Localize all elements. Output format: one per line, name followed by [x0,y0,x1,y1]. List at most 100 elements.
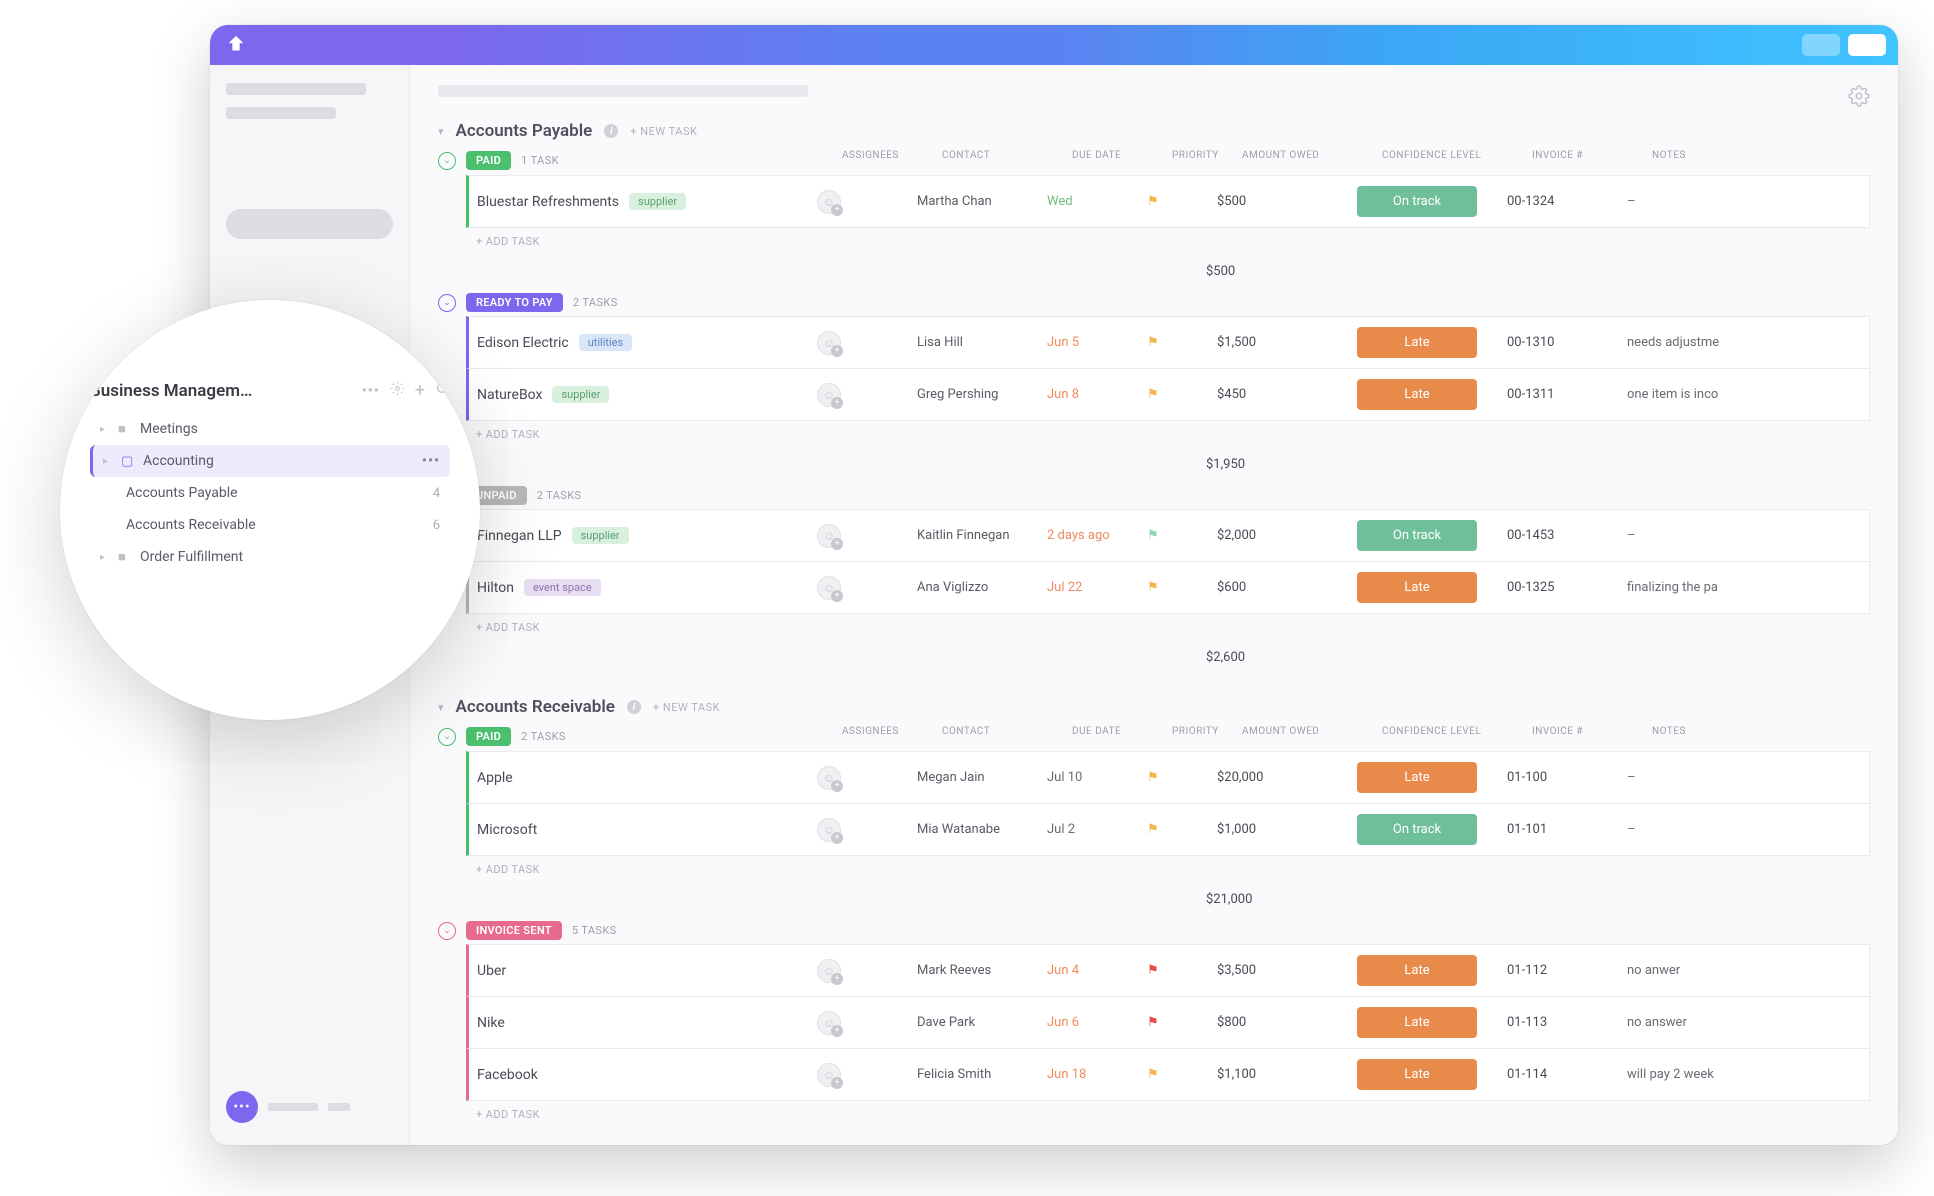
priority-flag-icon[interactable]: ⚑ [1147,963,1217,978]
priority-flag-icon[interactable]: ⚑ [1147,335,1217,350]
collapse-circle-icon[interactable]: ⌄ [438,152,456,170]
assignee-avatar[interactable]: ☺ [817,190,841,214]
titlebar-button-a[interactable] [1802,34,1840,56]
add-task-button[interactable]: + ADD TASK [466,227,1870,256]
sidebar-item[interactable]: Accounts Receivable 6 [90,509,450,541]
amount-cell: $1,100 [1217,1067,1357,1082]
task-row[interactable]: Hiltonevent space☺Ana ViglizzoJul 22⚑$60… [466,561,1870,614]
sidebar-item[interactable]: Accounts Payable4 [90,477,450,509]
column-header: DUE DATE [1072,150,1172,161]
status-pill[interactable]: INVOICE SENT [466,921,562,940]
column-header: ASSIGNEES [842,726,942,737]
sidebar-item-label: Accounts Receivable [126,517,256,533]
notes-cell: will pay 2 week [1627,1067,1767,1082]
invoice-cell: 01-112 [1507,963,1627,978]
info-icon[interactable]: i [627,700,641,714]
add-task-button[interactable]: + ADD TASK [466,420,1870,449]
task-name: Bluestar Refreshments [477,194,619,210]
more-icon[interactable]: ••• [362,383,380,399]
gear-icon[interactable] [1848,85,1870,111]
priority-flag-icon[interactable]: ⚑ [1147,770,1217,785]
task-row[interactable]: Apple☺Megan JainJul 10⚑$20,000Late01-100… [466,751,1870,804]
status-pill[interactable]: READY TO PAY [466,293,563,312]
task-row[interactable]: Bluestar Refreshmentssupplier☺Martha Cha… [466,175,1870,228]
priority-flag-icon[interactable]: ⚑ [1147,1015,1217,1030]
due-date-cell: Jul 22 [1047,580,1147,595]
caret-down-icon[interactable]: ▾ [438,125,444,138]
task-row[interactable]: Facebook☺Felicia SmithJun 18⚑$1,100Late0… [466,1048,1870,1101]
sidebar-item[interactable]: ▸■Order Fulfillment [90,541,450,573]
contact-cell: Felicia Smith [917,1067,1047,1082]
task-row[interactable]: Edison Electricutilities☺Lisa HillJun 5⚑… [466,316,1870,369]
status-pill[interactable]: PAID [466,727,511,746]
confidence-badge: Late [1357,1007,1477,1038]
priority-flag-icon[interactable]: ⚑ [1147,387,1217,402]
chevron-right-icon: ▸ [100,552,110,563]
folder-icon: ■ [118,549,132,565]
new-task-button[interactable]: + NEW TASK [653,701,720,714]
column-header: AMOUNT OWED [1242,150,1382,161]
priority-flag-icon[interactable]: ⚑ [1147,194,1217,209]
titlebar-button-b[interactable] [1848,34,1886,56]
collapse-circle-icon[interactable]: ⌄ [438,728,456,746]
assignee-avatar[interactable]: ☺ [817,1011,841,1035]
assignee-avatar[interactable]: ☺ [817,524,841,548]
sidebar-item-label: Accounts Payable [126,485,238,501]
task-count: 1 TASK [521,154,559,167]
priority-flag-icon[interactable]: ⚑ [1147,528,1217,543]
priority-flag-icon[interactable]: ⚑ [1147,822,1217,837]
task-row[interactable]: Microsoft☺Mia WatanabeJul 2⚑$1,000On tra… [466,803,1870,856]
status-pill[interactable]: PAID [466,151,511,170]
amount-cell: $3,500 [1217,963,1357,978]
column-header: PRIORITY [1172,726,1242,737]
add-task-button[interactable]: + ADD TASK [466,1100,1870,1129]
task-name: Uber [477,963,506,979]
assignee-avatar[interactable]: ☺ [817,331,841,355]
assignee-avatar[interactable]: ☺ [817,959,841,983]
invoice-cell: 00-1325 [1507,580,1627,595]
contact-cell: Lisa Hill [917,335,1047,350]
notes-cell: – [1627,822,1767,837]
confidence-badge: On track [1357,814,1477,845]
sidebar-item[interactable]: ▸▢Accounting••• [90,445,450,477]
collapse-circle-icon[interactable]: ⌄ [438,922,456,940]
assignee-avatar[interactable]: ☺ [817,1063,841,1087]
priority-flag-icon[interactable]: ⚑ [1147,1067,1217,1082]
chat-icon[interactable]: ••• [226,1091,258,1123]
assignee-avatar[interactable]: ☺ [817,818,841,842]
assignee-avatar[interactable]: ☺ [817,383,841,407]
task-name: Facebook [477,1067,538,1083]
amount-cell: $1,000 [1217,822,1357,837]
task-row[interactable]: Uber☺Mark ReevesJun 4⚑$3,500Late01-112no… [466,944,1870,997]
assignee-avatar[interactable]: ☺ [817,576,841,600]
main-content: ▾Accounts Payablei+ NEW TASK⌄PAID1 TASKA… [410,65,1898,1145]
invoice-cell: 01-113 [1507,1015,1627,1030]
task-tag: event space [524,579,601,596]
assignee-avatar[interactable]: ☺ [817,766,841,790]
amount-cell: $600 [1217,580,1357,595]
task-row[interactable]: Finnegan LLPsupplier☺Kaitlin Finnegan2 d… [466,509,1870,562]
due-date-cell: 2 days ago [1047,528,1147,543]
plus-icon[interactable]: + [415,380,425,401]
task-row[interactable]: Nike☺Dave ParkJun 6⚑$800Late01-113no ans… [466,996,1870,1049]
new-task-button[interactable]: + NEW TASK [630,125,697,138]
gear-icon[interactable] [390,381,405,400]
item-count: 6 [433,518,440,533]
due-date-cell: Wed [1047,194,1147,209]
invoice-cell: 01-101 [1507,822,1627,837]
priority-flag-icon[interactable]: ⚑ [1147,580,1217,595]
sidebar-skel [328,1103,350,1111]
info-icon[interactable]: i [604,124,618,138]
amount-cell: $800 [1217,1015,1357,1030]
task-row[interactable]: NatureBoxsupplier☺Greg PershingJun 8⚑$45… [466,368,1870,421]
folder-icon: ■ [118,421,132,437]
collapse-circle-icon[interactable]: ⌄ [438,294,456,312]
column-header: NOTES [1652,150,1792,161]
more-icon[interactable]: ••• [422,453,440,469]
add-task-button[interactable]: + ADD TASK [466,855,1870,884]
add-task-button[interactable]: + ADD TASK [466,613,1870,642]
sidebar-search-skel[interactable] [226,209,393,239]
due-date-cell: Jul 2 [1047,822,1147,837]
sidebar-item[interactable]: ▸■Meetings [90,413,450,445]
caret-down-icon[interactable]: ▾ [438,701,444,714]
